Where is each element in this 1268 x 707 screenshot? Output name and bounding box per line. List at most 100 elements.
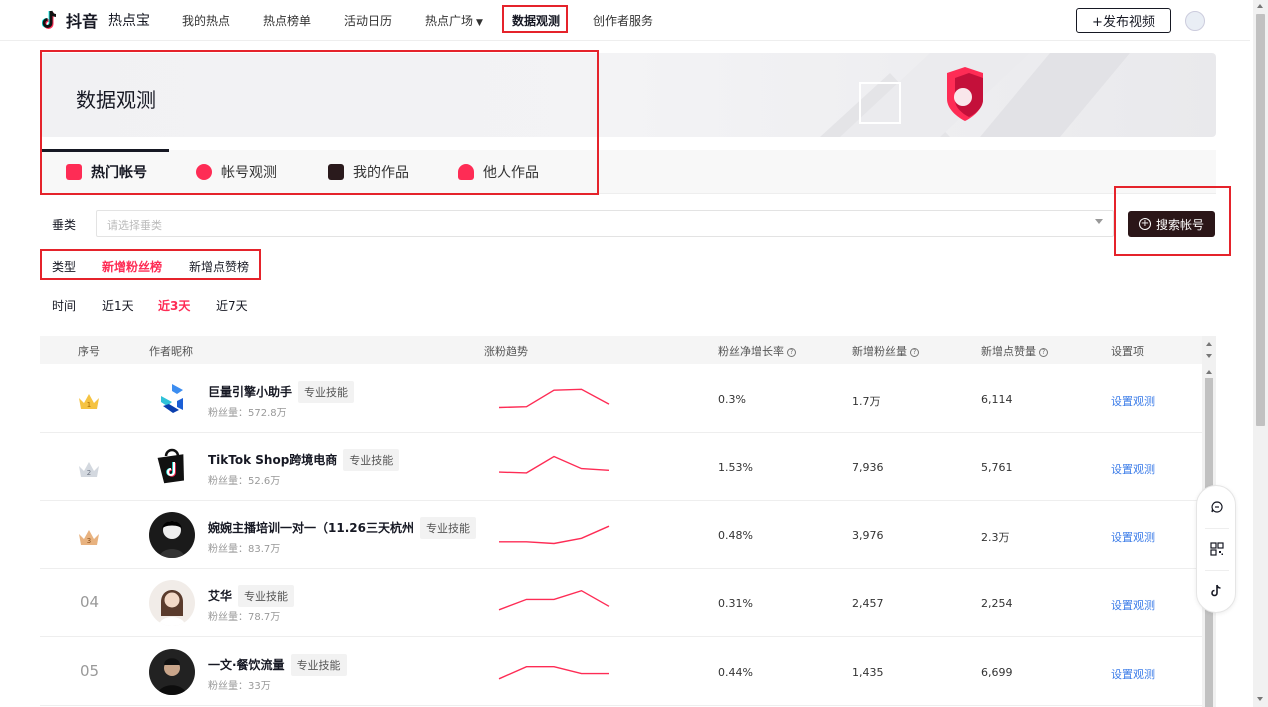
time-option-7-days[interactable]: 近7天	[216, 297, 248, 314]
scroll-up-arrow-icon[interactable]	[1257, 4, 1263, 8]
qr-code-icon[interactable]	[1210, 542, 1224, 556]
set-observation-link[interactable]: 设置观测	[1111, 393, 1155, 409]
time-label: 时间	[52, 299, 77, 313]
new-likes: 5,761	[981, 461, 1013, 474]
author-fans: 粉丝量：83.7万	[208, 544, 281, 555]
new-fans: 3,976	[852, 529, 884, 542]
growth-rate: 1.53%	[718, 461, 753, 474]
table-header: 序号 作者昵称 涨粉趋势 粉丝净增长率? 新增粉丝量? 新增点赞量? 设置项	[40, 336, 1202, 364]
author-tag: 专业技能	[290, 654, 347, 676]
scroll-up-arrow-icon[interactable]	[1206, 342, 1212, 346]
account-observation-icon	[196, 164, 212, 180]
avatar[interactable]	[149, 376, 195, 422]
author-fans: 粉丝量：33万	[208, 681, 271, 692]
search-account-label: 搜索帐号	[1155, 217, 1204, 232]
scroll-down-arrow-icon[interactable]	[1206, 354, 1212, 358]
avatar[interactable]	[149, 649, 195, 695]
tab-others-works[interactable]: 他人作品	[458, 150, 539, 194]
my-works-icon	[328, 164, 344, 180]
author-name[interactable]: 一文·餐饮流量 专业技能	[208, 654, 347, 676]
avatar[interactable]	[149, 580, 195, 626]
category-select[interactable]: 请选择垂类	[96, 210, 1114, 237]
growth-rate: 0.3%	[718, 393, 746, 406]
nav-hot-lists[interactable]: 热点榜单	[263, 12, 311, 29]
divider	[1205, 528, 1229, 529]
help-icon[interactable]: ?	[787, 348, 796, 357]
col-growth-label: 粉丝净增长率	[718, 345, 784, 358]
trend-sparkline	[498, 665, 609, 680]
person-photo-icon	[158, 590, 186, 626]
growth-rate: 0.44%	[718, 666, 753, 679]
avatar[interactable]	[149, 512, 195, 558]
tab-account-observation[interactable]: 帐号观测	[196, 150, 277, 194]
floating-tool-panel	[1196, 485, 1236, 613]
banner-decoration	[820, 53, 1130, 137]
nav-my-hotspots[interactable]: 我的热点	[182, 12, 230, 29]
sparkline-path	[498, 455, 610, 474]
type-option-new-likes[interactable]: 新增点赞榜	[189, 258, 249, 275]
table-row: 04 艾华 专业技能 粉丝量：78.7万 0.31% 2,457 2,254 设置…	[40, 569, 1202, 637]
caret-down-icon: ▼	[476, 18, 483, 28]
nav-hot-square[interactable]: 热点广场 ▼	[425, 12, 483, 29]
new-fans: 7,936	[852, 461, 884, 474]
person-photo-icon	[157, 658, 187, 695]
set-observation-link[interactable]: 设置观测	[1111, 529, 1155, 545]
nav-event-calendar[interactable]: 活动日历	[344, 12, 392, 29]
nav-hot-square-label: 热点广场	[425, 14, 474, 28]
scroll-up-arrow-icon[interactable]	[1206, 370, 1212, 374]
growth-rate: 0.31%	[718, 597, 753, 610]
growth-rate: 0.48%	[718, 529, 753, 542]
trend-sparkline	[498, 388, 610, 409]
nav-data-observation[interactable]: 数据观测	[512, 12, 560, 29]
author-name[interactable]: TikTok Shop跨境电商 专业技能	[208, 449, 400, 471]
search-account-button[interactable]: + 搜索帐号	[1128, 211, 1215, 237]
set-observation-link[interactable]: 设置观测	[1111, 666, 1155, 682]
tab-label: 热门帐号	[91, 165, 147, 181]
new-fans: 1,435	[852, 666, 884, 679]
set-observation-link[interactable]: 设置观测	[1111, 597, 1155, 613]
author-name-text: 巨量引擎小助手	[208, 385, 293, 399]
author-name-text: 一文·餐饮流量	[208, 658, 285, 672]
tab-label: 我的作品	[353, 165, 409, 181]
plus-circle-icon: +	[1138, 218, 1151, 230]
douyin-icon[interactable]	[1210, 584, 1224, 598]
set-observation-link[interactable]: 设置观测	[1111, 461, 1155, 477]
col-new-likes-label: 新增点赞量	[981, 345, 1036, 358]
svg-text:1: 1	[87, 401, 91, 409]
tab-my-works[interactable]: 我的作品	[328, 150, 409, 194]
new-likes: 2,254	[981, 597, 1013, 610]
author-name-text: 艾华	[208, 589, 233, 603]
nav-creator-services[interactable]: 创作者服务	[593, 12, 653, 29]
tab-hot-accounts[interactable]: 热门帐号	[66, 150, 147, 194]
author-name[interactable]: 婉婉主播培训一对一（11.26三天杭州 专业技能	[208, 517, 476, 539]
feedback-icon[interactable]	[1210, 500, 1224, 514]
help-icon[interactable]: ?	[910, 348, 919, 357]
author-name[interactable]: 巨量引擎小助手 专业技能	[208, 381, 355, 403]
help-icon[interactable]: ?	[1039, 348, 1048, 357]
time-option-3-days[interactable]: 近3天	[158, 297, 190, 314]
sparkline-path	[499, 525, 610, 545]
author-name[interactable]: 艾华 专业技能	[208, 585, 295, 607]
col-new-fans: 新增粉丝量?	[852, 343, 919, 359]
author-fans: 粉丝量：572.8万	[208, 408, 287, 419]
publish-video-button[interactable]: +发布视频	[1076, 8, 1171, 33]
logo-subtitle: 热点宝	[108, 13, 151, 29]
category-label: 垂类	[52, 218, 77, 232]
new-fans: 2,457	[852, 597, 884, 610]
page-scroll-thumb[interactable]	[1256, 14, 1265, 426]
active-tab-underline	[40, 149, 169, 152]
type-option-new-fans[interactable]: 新增粉丝榜	[102, 258, 162, 275]
page-title: 数据观测	[76, 88, 156, 112]
scroll-down-arrow-icon[interactable]	[1257, 697, 1263, 701]
douyin-logo[interactable]: 抖音 热点宝	[42, 9, 150, 31]
col-trend: 涨粉趋势	[484, 345, 528, 358]
user-avatar[interactable]	[1185, 11, 1205, 31]
trend-sparkline	[499, 525, 610, 545]
new-likes: 6,699	[981, 666, 1013, 679]
page-scrollbar[interactable]	[1253, 0, 1268, 707]
juliang-engine-logo-icon	[161, 384, 183, 413]
hot-accounts-icon	[66, 164, 82, 180]
douyin-logo-icon	[42, 10, 57, 29]
avatar[interactable]	[149, 444, 195, 490]
time-option-1-day[interactable]: 近1天	[102, 297, 134, 314]
